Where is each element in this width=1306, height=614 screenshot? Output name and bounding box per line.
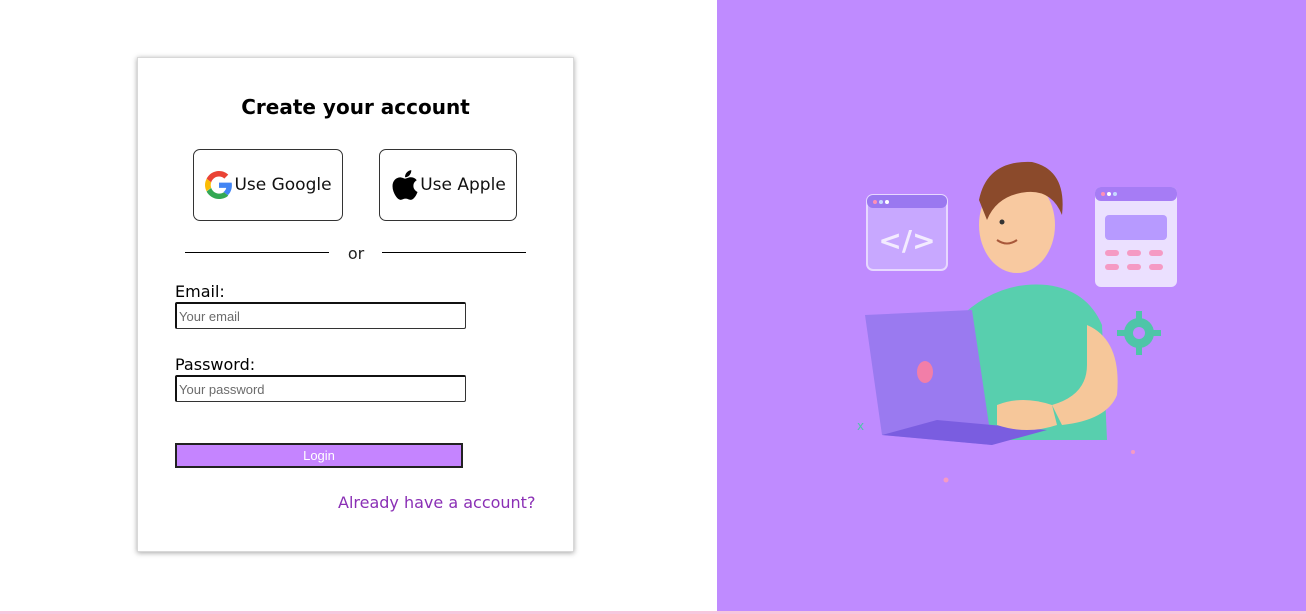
gear-icon: [1117, 311, 1161, 355]
illustration-panel: </> x: [717, 0, 1306, 611]
email-label: Email:: [175, 282, 225, 301]
divider-line-right: [382, 252, 526, 253]
password-input[interactable]: [175, 375, 466, 402]
svg-text:x: x: [857, 419, 864, 433]
form-panel: Create your account Use Google Use Apple…: [0, 0, 717, 611]
ui-window-icon: [1095, 187, 1177, 287]
svg-text:</>: </>: [878, 224, 935, 257]
password-label: Password:: [175, 355, 256, 374]
apple-signin-button[interactable]: Use Apple: [379, 149, 517, 221]
already-have-account-link[interactable]: Already have a account?: [338, 493, 535, 512]
divider-line-left: [185, 252, 329, 253]
signup-card: Create your account Use Google Use Apple…: [137, 57, 574, 552]
page-title: Create your account: [241, 95, 470, 119]
google-button-label: Use Google: [234, 175, 332, 195]
developer-illustration: </> x: [857, 161, 1177, 483]
email-input[interactable]: [175, 302, 466, 329]
apple-logo-icon: [390, 168, 420, 202]
apple-button-label: Use Apple: [420, 175, 506, 195]
google-logo-icon: [204, 168, 234, 202]
google-signin-button[interactable]: Use Google: [193, 149, 343, 221]
code-window-icon: </>: [866, 194, 948, 271]
signup-page: Create your account Use Google Use Apple…: [0, 0, 1306, 614]
divider-or: or: [347, 244, 365, 263]
login-button[interactable]: Login: [175, 443, 463, 468]
